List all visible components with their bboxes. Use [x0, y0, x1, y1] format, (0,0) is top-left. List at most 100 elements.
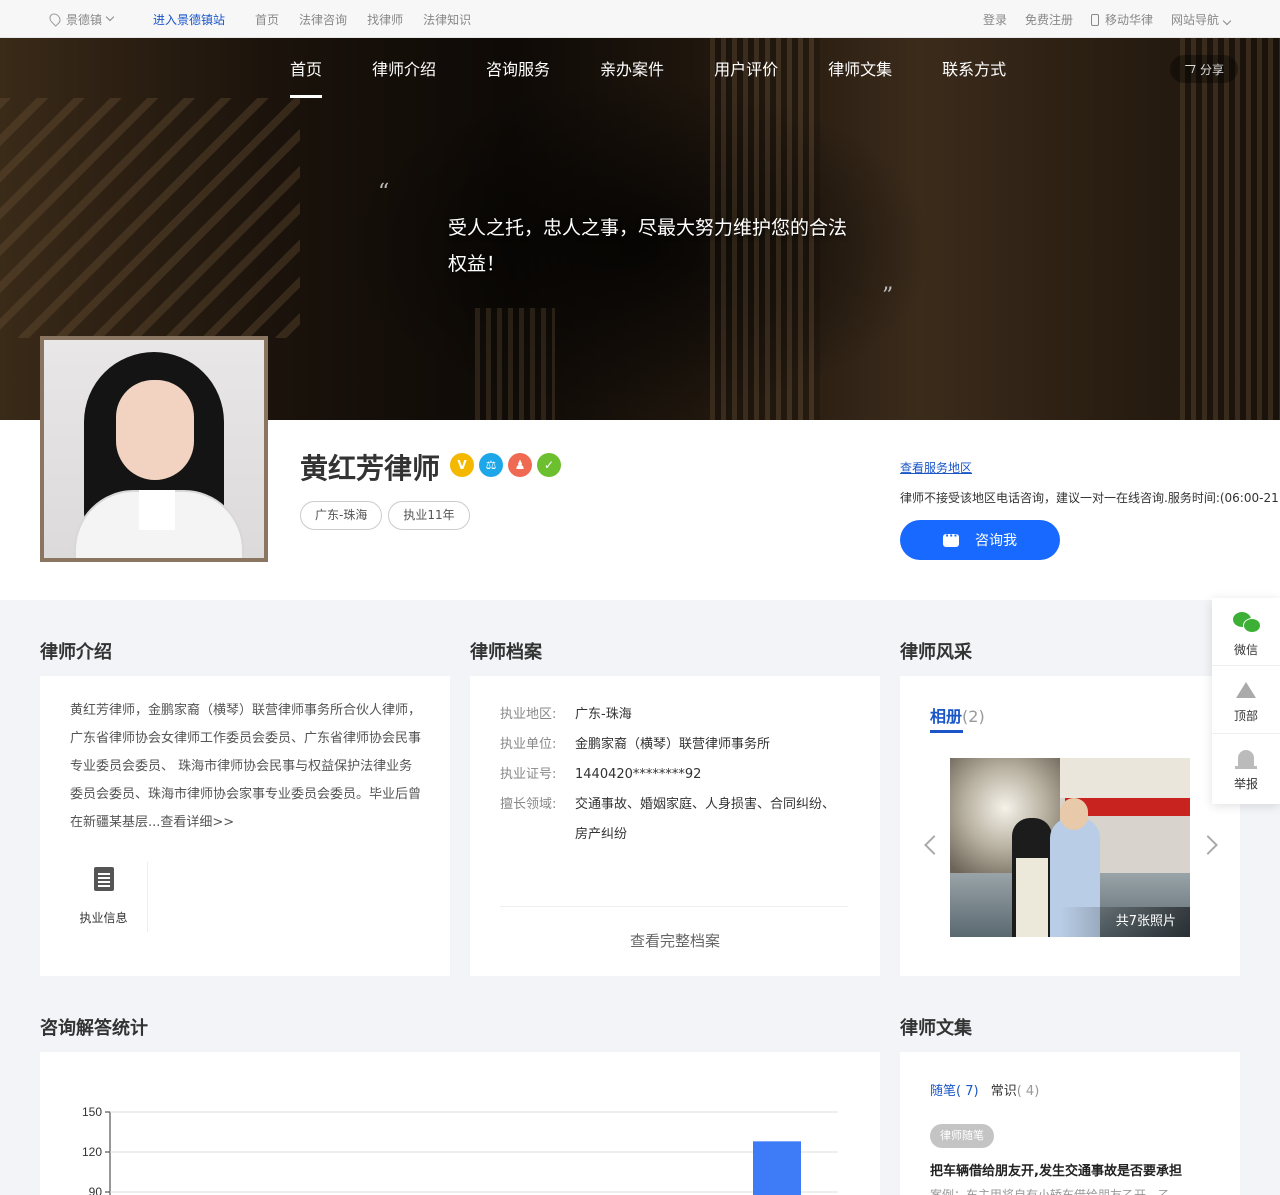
archive-key: 执业证号: [500, 767, 557, 782]
login-link[interactable]: 登录 [983, 11, 1007, 28]
nav-item-reviews[interactable]: 用户评价 [714, 38, 778, 100]
alarm-icon [1235, 750, 1257, 769]
hero-background-column [475, 308, 555, 420]
location-pin-icon [47, 11, 63, 27]
album-tab-label: 相册 [930, 707, 963, 726]
topbar-link-home[interactable]: 首页 [255, 11, 279, 28]
site-nav-label: 网站导航 [1170, 12, 1219, 27]
site-nav-dropdown[interactable]: 网站导航 [1170, 11, 1232, 28]
chevron-down-icon [105, 12, 115, 22]
nav-item-cases[interactable]: 亲办案件 [600, 38, 664, 100]
person-icon[interactable]: ♟ [508, 453, 532, 477]
intro-text[interactable]: 黄红芳律师，金鹏家裔（横琴）联营律师事务所合伙人律师，广东省律师协会女律师工作委… [70, 697, 422, 837]
nav-item-home[interactable]: 首页 [290, 38, 323, 100]
article-tabs: 随笔( 7) 常识( 4) [930, 1080, 1039, 1099]
chat-icon [943, 529, 959, 547]
badge-list: V ⚖ ♟ ✓ [450, 453, 566, 477]
enter-site-link[interactable]: 进入景德镇站 [153, 11, 225, 28]
topbar-link-consult[interactable]: 法律咨询 [299, 11, 347, 28]
nav-item-lawyer-intro[interactable]: 律师介绍 [372, 38, 436, 100]
back-to-top-tool[interactable]: 顶部 [1212, 666, 1280, 734]
register-link[interactable]: 免费注册 [1025, 11, 1073, 28]
archive-list: 执业地区: 广东-珠海 执业单位: 金鹏家裔（横琴）联营律师事务所 执业证号: 144… [500, 700, 835, 850]
section-title-articles: 律师文集 [900, 1018, 972, 1039]
chart-bar[interactable] [753, 1141, 801, 1195]
share-label: 分享 [1199, 62, 1224, 77]
archive-key: 擅长领域: [500, 797, 557, 812]
chart-tick-label: 90 [89, 1185, 103, 1195]
top-utility-bar: 景德镇 进入景德镇站 首页 法律咨询 找律师 法律知识 登录 免费注册 移动华律… [0, 0, 1280, 38]
mobile-label: 移动华律 [1104, 12, 1153, 27]
chart-tick-label: 150 [82, 1105, 102, 1119]
view-full-archive-link[interactable]: 查看完整档案 [470, 930, 880, 951]
topbar-left: 景德镇 进入景德镇站 首页 法律咨询 找律师 法律知识 [47, 0, 491, 38]
topbar-link-knowledge[interactable]: 法律知识 [423, 11, 471, 28]
archive-row: 执业单位: 金鹏家裔（横琴）联营律师事务所 [500, 730, 835, 760]
share-icon [1182, 65, 1196, 73]
report-tool[interactable]: 举报 [1212, 734, 1280, 802]
archive-value: 广东-珠海 [575, 707, 632, 722]
up-icon [1236, 682, 1256, 698]
stats-chart: 150 120 90 [82, 1105, 838, 1195]
archive-value: 交通事故、婚姻家庭、人身损害、合同纠纷、房产纠纷 [575, 797, 836, 842]
consult-notice: 律师不接受该地区电话咨询，建议一对一在线咨询.服务时间:(06:00-21:00… [900, 491, 1280, 505]
service-area-link[interactable]: 查看服务地区 [900, 459, 972, 476]
wechat-icon [1233, 612, 1261, 633]
lawyer-name: 黄红芳律师 [300, 452, 441, 485]
consult-button[interactable]: 咨询我 [900, 520, 1060, 560]
side-toolbar: 微信 顶部 举报 [1212, 598, 1280, 804]
archive-value: 1440420********92 [575, 767, 702, 782]
archive-row: 执业地区: 广东-珠海 [500, 700, 835, 730]
avatar-collar [139, 490, 175, 530]
tab-knowledge-count: ( 4) [1016, 1084, 1040, 1099]
article-title[interactable]: 把车辆借给朋友开,发生交通事故是否要承担 [930, 1160, 1220, 1179]
avatar-face [116, 380, 194, 480]
photo-caption: 共7张照片 [1060, 907, 1190, 937]
wechat-tool[interactable]: 微信 [1212, 598, 1280, 666]
tag-years: 执业11年 [388, 501, 470, 530]
album-photo[interactable]: 共7张照片 [950, 758, 1190, 937]
consult-button-label: 咨询我 [975, 533, 1017, 549]
nav-item-contact[interactable]: 联系方式 [942, 38, 1006, 100]
archive-key: 执业地区: [500, 707, 557, 722]
nav-item-consult-service[interactable]: 咨询服务 [486, 38, 550, 100]
archive-value: 金鹏家裔（横琴）联营律师事务所 [575, 737, 771, 752]
photo-person-head [1060, 798, 1088, 830]
share-button[interactable]: 分享 [1169, 55, 1238, 83]
practice-info-label: 执业信息 [79, 911, 128, 925]
archive-key: 执业单位: [500, 737, 557, 752]
hero-slogan: 受人之托，忠人之事，尽最大努力维护您的合法权益！ [448, 217, 848, 275]
scale-icon[interactable]: ⚖ [479, 453, 503, 477]
section-title-intro: 律师介绍 [40, 642, 112, 663]
archive-row: 执业证号: 1440420********92 [500, 760, 835, 790]
wechat-label: 微信 [1233, 643, 1258, 657]
album-tab[interactable]: 相册(2) [930, 703, 985, 727]
practice-info-button[interactable]: 执业信息 [60, 862, 148, 932]
main-nav: 首页 律师介绍 咨询服务 亲办案件 用户评价 律师文集 联系方式 [290, 38, 1056, 100]
certificate-icon[interactable]: ✓ [537, 453, 561, 477]
photo-ceiling [1060, 758, 1190, 798]
location-label: 景德镇 [66, 12, 103, 27]
tab-knowledge[interactable]: 常识( 4) [991, 1084, 1040, 1099]
photo-person-top [1016, 858, 1048, 937]
phone-icon [1090, 13, 1099, 26]
section-title-stats: 咨询解答统计 [40, 1018, 148, 1039]
tab-notes[interactable]: 随笔( 7) [930, 1084, 979, 1099]
archive-row: 擅长领域: 交通事故、婚姻家庭、人身损害、合同纠纷、房产纠纷 [500, 790, 835, 850]
location-selector[interactable]: 景德镇 [47, 11, 115, 28]
album-tab-underline [930, 730, 963, 733]
album-count: (2) [962, 707, 985, 726]
top-label: 顶部 [1233, 709, 1258, 723]
article-category-pill: 律师随笔 [930, 1124, 994, 1148]
chart-tick-label: 120 [82, 1145, 102, 1159]
verified-v-icon[interactable]: V [450, 453, 474, 477]
hero-background-column [1180, 38, 1280, 420]
topbar-right: 登录 免费注册 移动华律 网站导航 [965, 0, 1232, 38]
topbar-link-find-lawyer[interactable]: 找律师 [367, 11, 403, 28]
lawyer-avatar [40, 336, 268, 562]
nav-item-articles[interactable]: 律师文集 [828, 38, 892, 100]
profile-tags: 广东-珠海 执业11年 [300, 501, 476, 530]
document-icon [93, 867, 114, 891]
tag-region: 广东-珠海 [300, 501, 383, 530]
mobile-link[interactable]: 移动华律 [1090, 11, 1153, 28]
